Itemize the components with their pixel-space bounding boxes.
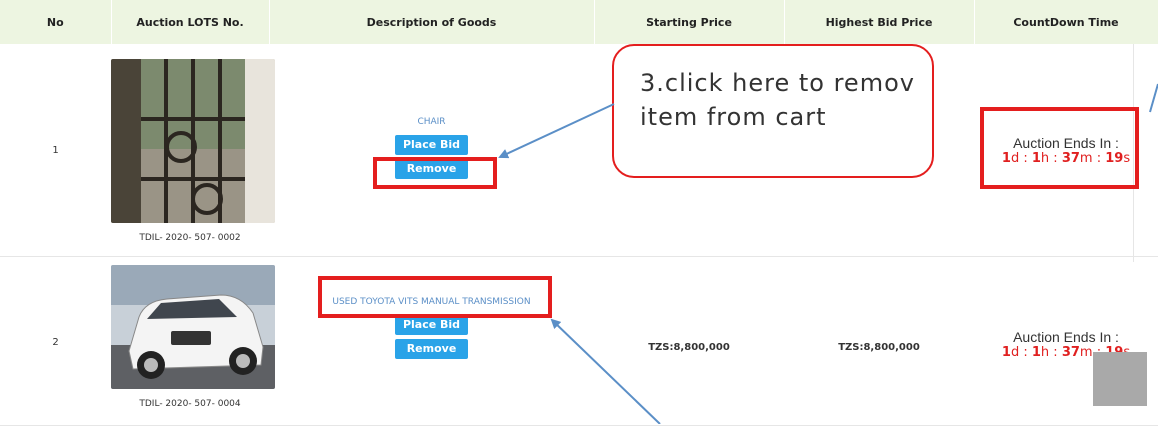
arrow-to-remove bbox=[498, 103, 615, 159]
annotation-arrows bbox=[498, 83, 1158, 424]
arrow-to-description bbox=[550, 318, 661, 424]
arrow-to-countdown bbox=[1149, 83, 1158, 113]
overlay-gray-square bbox=[1093, 352, 1147, 406]
